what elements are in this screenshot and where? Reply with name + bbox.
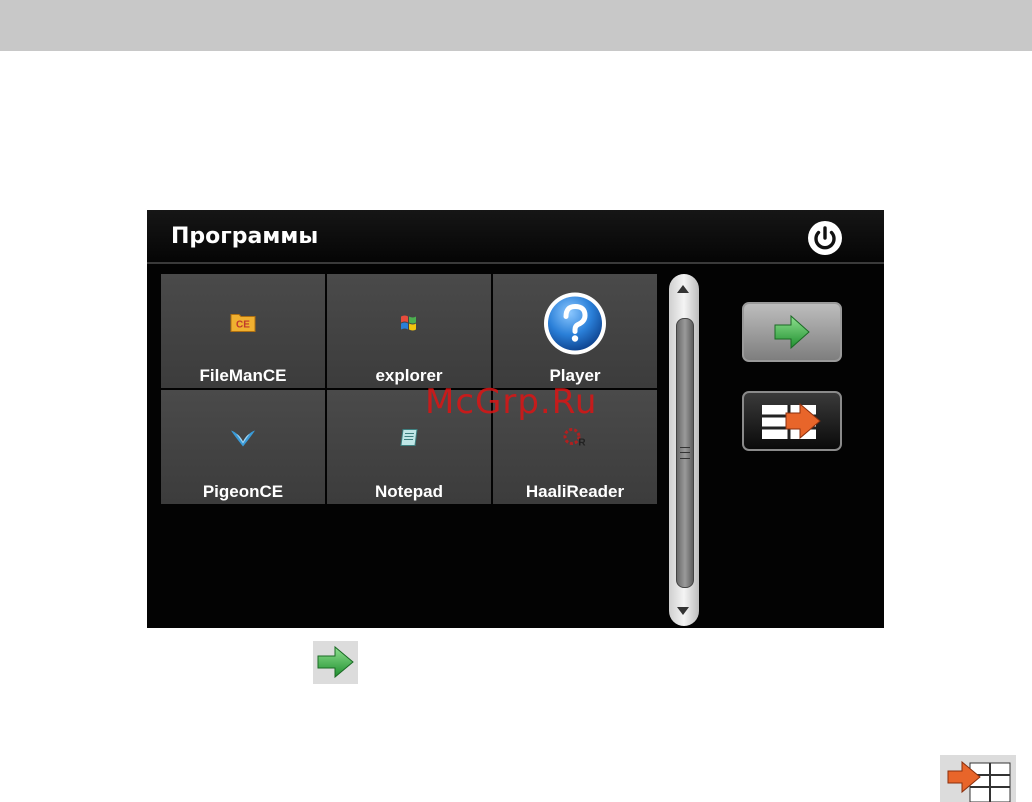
app-label: PigeonCE (202, 482, 284, 501)
app-tile-player[interactable]: Player (493, 274, 657, 388)
app-tile-pigeonce[interactable]: PigeonCE (161, 390, 325, 504)
power-button[interactable] (806, 219, 844, 257)
windows-flag-icon (399, 313, 419, 336)
exit-button[interactable] (742, 391, 842, 451)
haali-reader-icon: R (562, 427, 588, 454)
green-arrow-right-icon (774, 314, 810, 350)
scroll-up-arrow-icon[interactable] (677, 285, 689, 293)
vertical-scrollbar[interactable] (669, 274, 699, 626)
device-screen: Программы CE FileManCE explorer Player P… (147, 210, 884, 628)
notepad-icon (399, 429, 419, 452)
app-label: Player (549, 366, 601, 385)
scroll-down-arrow-icon[interactable] (677, 607, 689, 615)
help-question-icon (542, 291, 608, 362)
top-bar (0, 0, 1032, 51)
app-tile-filemance[interactable]: CE FileManCE (161, 274, 325, 388)
app-tile-haalireader[interactable]: R HaaliReader (493, 390, 657, 504)
app-tile-notepad[interactable]: Notepad (327, 390, 491, 504)
app-label: explorer (375, 366, 443, 385)
green-arrow-right-icon (313, 641, 358, 684)
scroll-thumb[interactable] (676, 318, 694, 588)
app-label: Notepad (375, 482, 443, 501)
app-tile-explorer[interactable]: explorer (327, 274, 491, 388)
haali-badge: R (578, 438, 586, 449)
app-label: HaaliReader (525, 482, 625, 501)
grip-icon (680, 447, 690, 459)
page-title: Программы (171, 224, 319, 249)
power-icon (808, 221, 842, 255)
exit-grid-icon (940, 755, 1016, 802)
exit-grid-icon (762, 402, 821, 440)
filemance-icon: CE (230, 311, 256, 338)
app-grid: CE FileManCE explorer Player PigeonCE No… (161, 274, 659, 504)
pigeon-icon (230, 428, 256, 453)
screen-header: Программы (147, 210, 884, 264)
next-button[interactable] (742, 302, 842, 362)
app-label: FileManCE (199, 366, 287, 385)
filemance-badge: CE (236, 320, 250, 331)
